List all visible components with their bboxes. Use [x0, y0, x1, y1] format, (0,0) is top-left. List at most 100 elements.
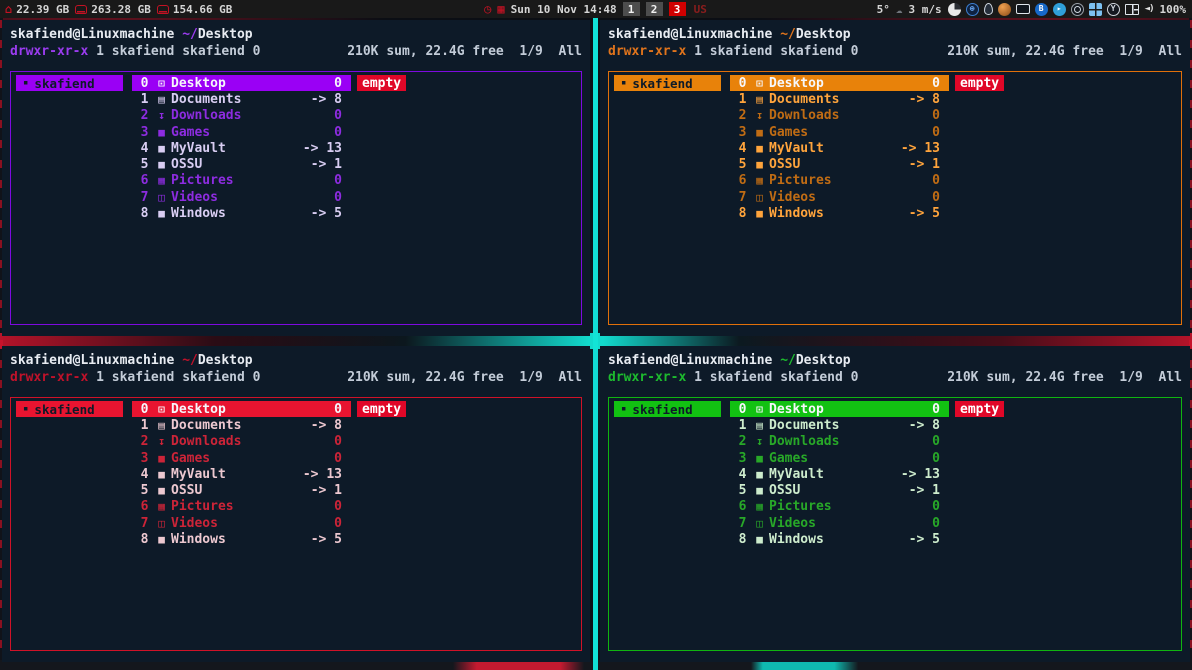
- parent-dir-tab[interactable]: ▪skafiend: [614, 401, 721, 417]
- row-index: 0: [137, 75, 152, 92]
- file-name: Videos: [769, 189, 932, 206]
- file-row[interactable]: 6▦Pictures0: [730, 499, 949, 515]
- telegram-tray-icon[interactable]: ▸: [1053, 3, 1066, 16]
- display-tray-icon[interactable]: [1016, 4, 1030, 14]
- file-row[interactable]: 8■Windows-> 5: [132, 205, 351, 221]
- file-row[interactable]: 1▤Documents-> 8: [132, 91, 351, 107]
- workspace-1[interactable]: 1: [623, 2, 640, 16]
- folder-icon: ■: [152, 140, 171, 157]
- row-index: 3: [735, 450, 750, 467]
- file-name: Videos: [769, 515, 932, 532]
- parent-dir-tab[interactable]: ▪skafiend: [16, 401, 123, 417]
- file-row[interactable]: 7◫Videos0: [132, 515, 351, 531]
- keyboard-layout[interactable]: US: [694, 3, 707, 16]
- row-index: 5: [735, 482, 750, 499]
- file-row[interactable]: 7◫Videos0: [132, 189, 351, 205]
- file-row[interactable]: 5■OSSU-> 1: [730, 156, 949, 172]
- firefox-tray-icon[interactable]: [998, 3, 1011, 16]
- file-row[interactable]: 2↧Downloads0: [132, 434, 351, 450]
- terminal-status-line: drwxr-xr-x 1 skafiend skafiend 0210K sum…: [608, 43, 1182, 60]
- wind-speed: 3 m/s: [909, 3, 942, 16]
- file-row[interactable]: 5■OSSU-> 1: [132, 482, 351, 498]
- disk-stat-1[interactable]: 263.28 GB: [75, 3, 151, 16]
- video-icon: ◫: [152, 515, 171, 532]
- file-row[interactable]: 0⊡Desktop0: [132, 401, 351, 417]
- file-row[interactable]: 8■Windows-> 5: [730, 531, 949, 547]
- bluetooth-tray-icon[interactable]: B: [1035, 3, 1048, 16]
- system-tray: ⊕ B ▸ Y: [948, 3, 1139, 16]
- parent-dir-tab[interactable]: ▪skafiend: [614, 75, 721, 91]
- parent-dir-tab[interactable]: ▪skafiend: [16, 75, 123, 91]
- file-detail: 0: [932, 172, 949, 189]
- wheel-tray-icon[interactable]: Y: [1107, 3, 1120, 16]
- file-name: Documents: [171, 417, 311, 434]
- file-row[interactable]: 4■MyVault-> 13: [132, 140, 351, 156]
- file-row[interactable]: 3■Games0: [132, 124, 351, 140]
- file-row[interactable]: 3■Games0: [132, 450, 351, 466]
- pie-tray-icon[interactable]: [948, 3, 961, 16]
- memory-stat[interactable]: ⌂ 22.39 GB: [5, 3, 69, 16]
- disk-value-2: 154.66 GB: [173, 3, 233, 16]
- file-row[interactable]: 4■MyVault-> 13: [132, 466, 351, 482]
- row-index: 4: [137, 140, 152, 157]
- system-stats: ⌂ 22.39 GB 263.28 GB 154.66 GB: [0, 3, 484, 16]
- owner-info: 1 skafiend skafiend 0: [686, 369, 858, 386]
- file-row[interactable]: 6▦Pictures0: [730, 173, 949, 189]
- file-name: Videos: [171, 189, 334, 206]
- datetime[interactable]: Sun 10 Nov 14:48: [511, 3, 617, 16]
- file-detail: -> 5: [909, 205, 949, 222]
- file-row[interactable]: 1▤Documents-> 8: [730, 417, 949, 433]
- speaker-icon[interactable]: ◄): [1145, 4, 1154, 14]
- file-row[interactable]: 0⊡Desktop0: [132, 75, 351, 91]
- file-row[interactable]: 2↧Downloads0: [132, 108, 351, 124]
- windows-tray-icon[interactable]: [1089, 3, 1102, 16]
- terminal-window-bottom-right: skafiend@Linuxmachine ~/Desktop drwxr-xr…: [600, 346, 1190, 662]
- file-row[interactable]: 1▤Documents-> 8: [730, 91, 949, 107]
- file-row[interactable]: 6▦Pictures0: [132, 499, 351, 515]
- empty-preview-badge: empty: [357, 401, 406, 417]
- droplet-tray-icon[interactable]: [984, 3, 993, 15]
- folder-icon: ▪: [23, 401, 28, 418]
- file-row[interactable]: 2↧Downloads0: [730, 434, 949, 450]
- workspace-2[interactable]: 2: [646, 2, 663, 16]
- file-detail: -> 5: [909, 531, 949, 548]
- file-name: Windows: [769, 531, 909, 548]
- file-manager-frame: ▪skafiend 0⊡Desktop01▤Documents-> 82↧Dow…: [608, 397, 1182, 651]
- file-row[interactable]: 0⊡Desktop0: [730, 75, 949, 91]
- document-icon: ▤: [152, 417, 171, 434]
- file-row[interactable]: 4■MyVault-> 13: [730, 140, 949, 156]
- file-row[interactable]: 8■Windows-> 5: [730, 205, 949, 221]
- file-row[interactable]: 4■MyVault-> 13: [730, 466, 949, 482]
- file-row[interactable]: 8■Windows-> 5: [132, 531, 351, 547]
- file-row[interactable]: 0⊡Desktop0: [730, 401, 949, 417]
- folder-icon: ■: [152, 205, 171, 222]
- globe-tray-icon[interactable]: ⊕: [966, 3, 979, 16]
- image-icon: ▦: [152, 498, 171, 515]
- row-index: 5: [137, 156, 152, 173]
- file-row[interactable]: 6▦Pictures0: [132, 173, 351, 189]
- file-row[interactable]: 7◫Videos0: [730, 515, 949, 531]
- folder-icon: ■: [152, 531, 171, 548]
- record-tray-icon[interactable]: [1071, 3, 1084, 16]
- file-name: Pictures: [171, 498, 334, 515]
- file-row[interactable]: 1▤Documents-> 8: [132, 417, 351, 433]
- file-row[interactable]: 3■Games0: [730, 124, 949, 140]
- file-row[interactable]: 5■OSSU-> 1: [730, 482, 949, 498]
- file-row[interactable]: 5■OSSU-> 1: [132, 156, 351, 172]
- folder-icon: ■: [152, 124, 171, 141]
- file-detail: 0: [932, 433, 949, 450]
- file-row[interactable]: 7◫Videos0: [730, 189, 949, 205]
- tiling-tray-icon[interactable]: [1125, 4, 1139, 15]
- document-icon: ▤: [750, 91, 769, 108]
- file-name: Games: [171, 124, 334, 141]
- row-index: 2: [137, 433, 152, 450]
- file-detail: -> 1: [909, 156, 949, 173]
- disk-stat-2[interactable]: 154.66 GB: [157, 3, 233, 16]
- file-row[interactable]: 2↧Downloads0: [730, 108, 949, 124]
- row-index: 7: [735, 515, 750, 532]
- row-index: 4: [137, 466, 152, 483]
- file-detail: 0: [334, 450, 351, 467]
- parent-dir-name: skafiend: [632, 75, 692, 92]
- file-row[interactable]: 3■Games0: [730, 450, 949, 466]
- workspace-3[interactable]: 3: [669, 2, 686, 16]
